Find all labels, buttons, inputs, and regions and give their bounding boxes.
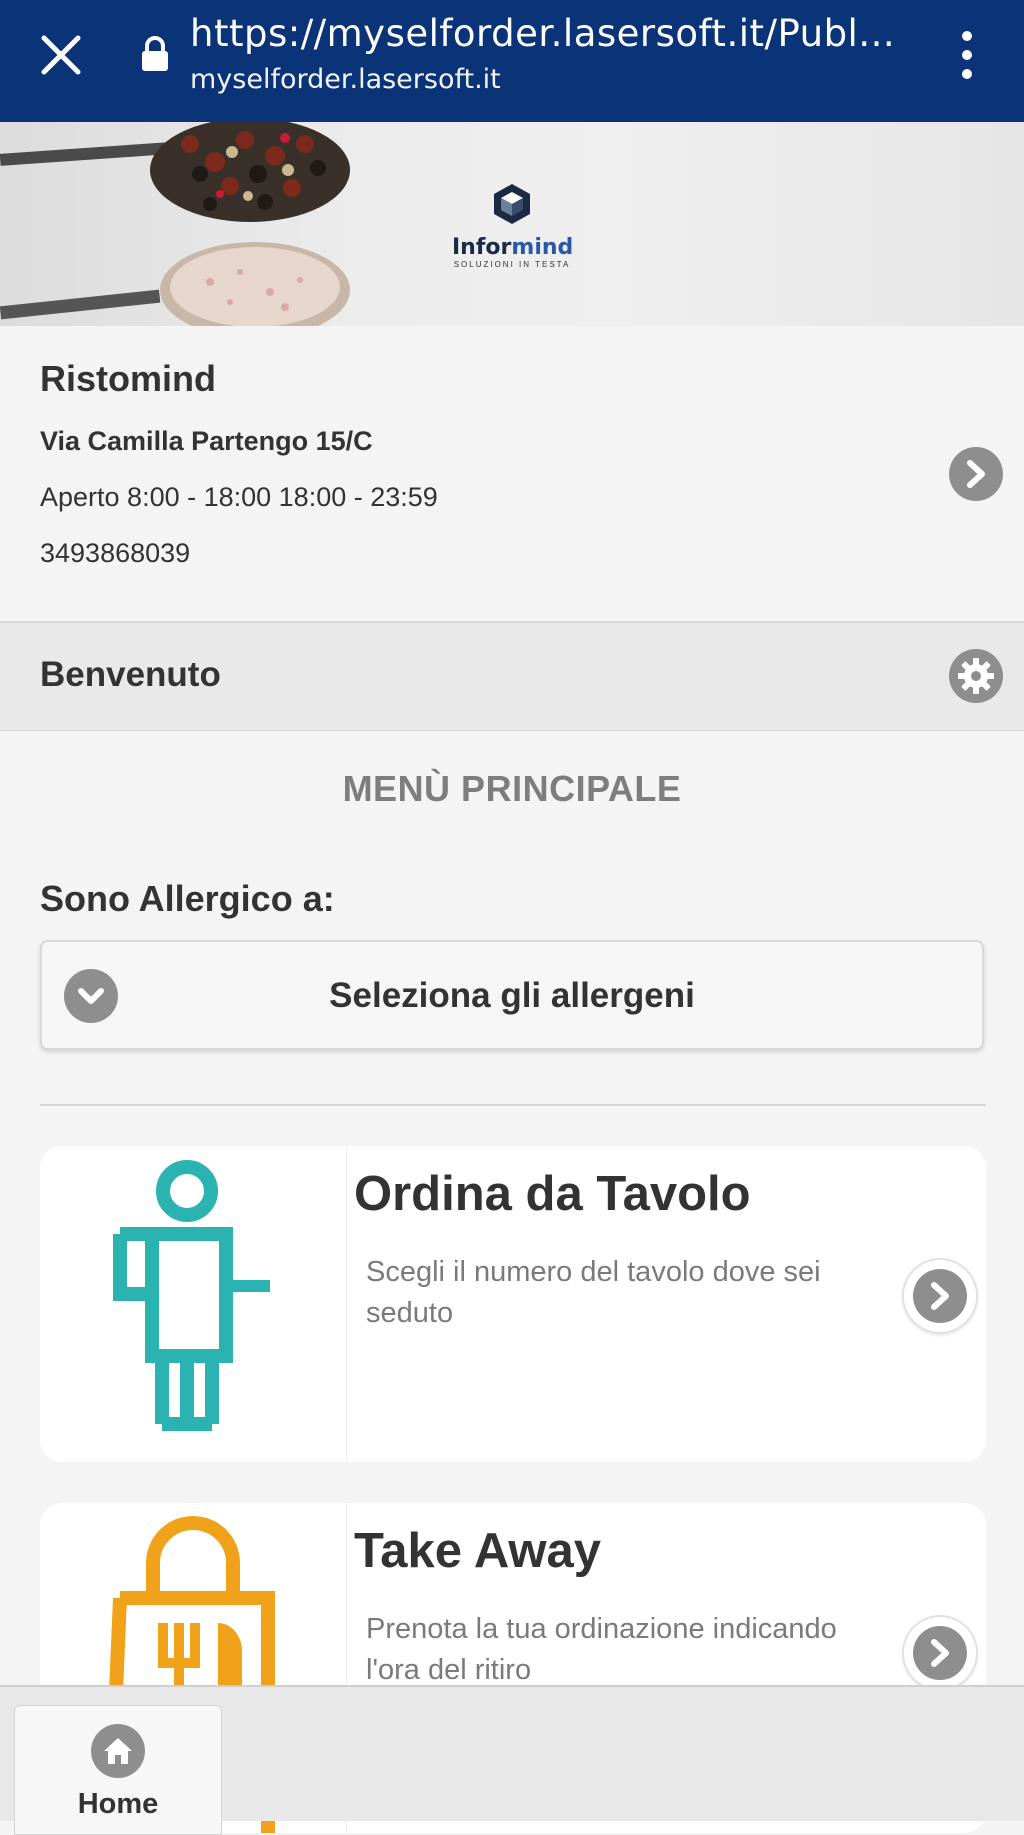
informind-logo: Informind SOLUZIONI IN TESTA — [452, 182, 574, 292]
allergen-select-label: Seleziona gli allergeni — [329, 976, 695, 1015]
chevron-right-icon — [967, 460, 985, 488]
divider — [40, 1104, 986, 1106]
waiter-icon — [113, 1160, 270, 1431]
card-description: Scegli il numero del tavolo dove sei sed… — [366, 1256, 821, 1329]
restaurant-banner: Informind SOLUZIONI IN TESTA — [0, 122, 1024, 326]
bottom-navigation: Home — [0, 1685, 1024, 1835]
logo-tagline: SOLUZIONI IN TESTA — [453, 260, 571, 269]
restaurant-name: Ristomind — [40, 358, 216, 399]
card-icon-area — [40, 1146, 347, 1462]
restaurant-details-button[interactable] — [949, 447, 1003, 501]
allergen-select[interactable]: Seleziona gli allergeni — [40, 940, 984, 1050]
card-title: Take Away — [354, 1524, 601, 1578]
allergy-label: Sono Allergico a: — [40, 878, 335, 919]
chevron-right-icon — [931, 1639, 949, 1667]
order-at-table-button[interactable] — [904, 1260, 976, 1332]
welcome-bar: Benvenuto — [0, 623, 1024, 731]
opening-hours: Aperto 8:00 - 18:00 18:00 - 23:59 — [40, 482, 438, 512]
main-menu-title: MENÙ PRINCIPALE — [342, 768, 682, 809]
url-text[interactable]: https://myselforder.lasersoft.it/Publ... — [190, 12, 910, 55]
gear-icon — [958, 658, 994, 694]
lock-icon — [142, 36, 168, 71]
home-label: Home — [77, 1788, 159, 1820]
home-button[interactable] — [91, 1724, 145, 1778]
take-away-button[interactable] — [904, 1617, 976, 1689]
restaurant-info[interactable]: Ristomind Via Camilla Partengo 15/C Aper… — [0, 326, 1024, 623]
settings-button[interactable] — [949, 649, 1003, 703]
logo-text: Informind — [452, 235, 574, 260]
cube-icon — [494, 184, 530, 224]
domain-text: myselforder.lasersoft.it — [190, 64, 501, 95]
more-options-icon[interactable] — [955, 30, 979, 80]
browser-toolbar: https://myselforder.lasersoft.it/Publ...… — [0, 0, 1024, 122]
home-icon — [104, 1738, 132, 1764]
restaurant-address: Via Camilla Partengo 15/C — [40, 426, 373, 456]
phone-number: 3493868039 — [40, 538, 191, 568]
order-at-table-card[interactable]: Ordina da Tavolo Scegli il numero del ta… — [40, 1146, 986, 1462]
card-description: Prenota la tua ordinazione indicando l'o… — [366, 1613, 837, 1686]
welcome-title: Benvenuto — [40, 655, 221, 694]
home-tab[interactable]: Home — [14, 1705, 222, 1835]
chevron-right-icon — [931, 1282, 949, 1310]
card-title: Ordina da Tavolo — [354, 1167, 751, 1221]
close-icon[interactable] — [38, 32, 84, 78]
